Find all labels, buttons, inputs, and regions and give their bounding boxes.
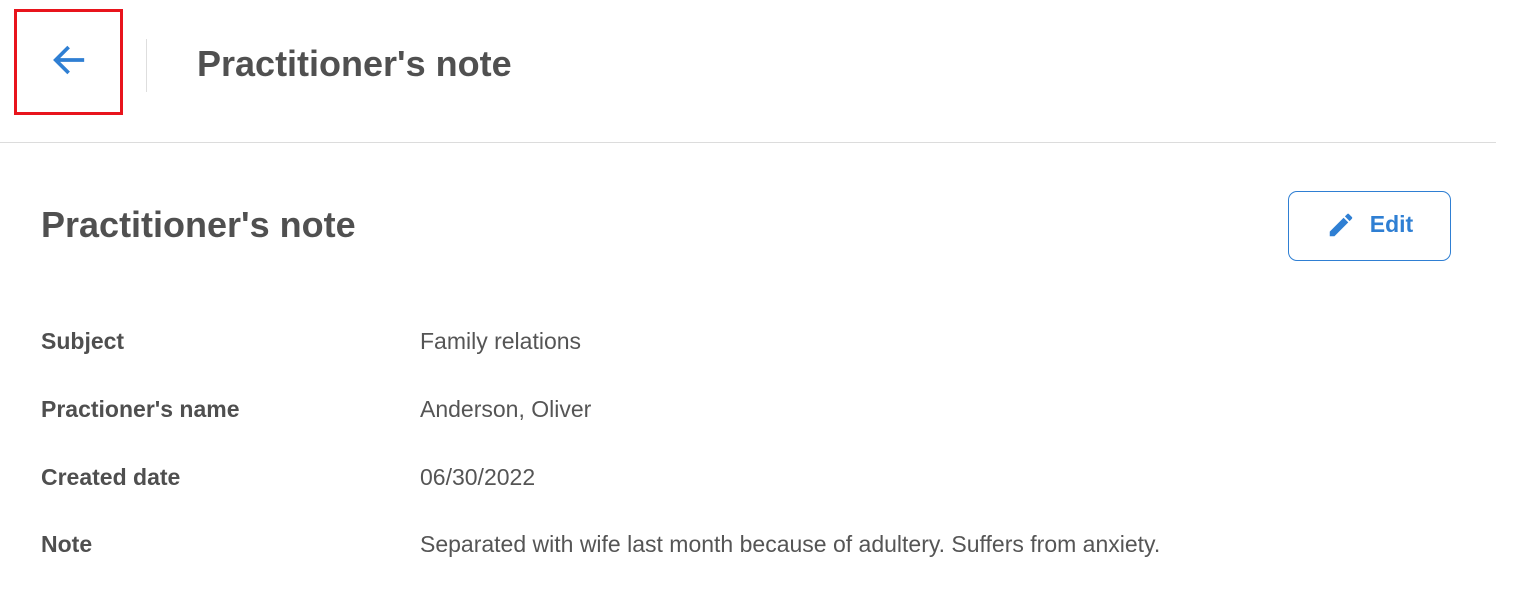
detail-label: Subject [41, 328, 125, 354]
page: Practitioner's note Practitioner's note … [0, 0, 1528, 611]
detail-row-practitioner-name: Practioner's name Anderson, Oliver [41, 392, 1441, 426]
page-header: Practitioner's note [0, 0, 1496, 143]
section-title: Practitioner's note [41, 204, 356, 245]
detail-value: Family relations [420, 328, 582, 354]
arrow-left-icon [52, 45, 84, 75]
page-title: Practitioner's note [197, 43, 512, 84]
detail-label: Note [41, 531, 93, 557]
detail-value: Separated with wife last month because o… [420, 531, 1161, 557]
detail-label: Practioner's name [41, 396, 240, 422]
detail-row-note: Note Separated with wife last month beca… [41, 527, 1441, 561]
detail-value: Anderson, Oliver [420, 396, 592, 422]
edit-button[interactable]: Edit [1288, 191, 1451, 261]
pencil-icon [1329, 213, 1353, 237]
edit-button-label: Edit [1369, 210, 1414, 237]
detail-label: Created date [41, 464, 181, 490]
detail-row-created-date: Created date 06/30/2022 [41, 460, 1441, 494]
back-button[interactable] [14, 9, 123, 115]
detail-value: 06/30/2022 [420, 464, 536, 490]
detail-row-subject: Subject Family relations [41, 324, 1441, 358]
header-divider [146, 39, 147, 92]
